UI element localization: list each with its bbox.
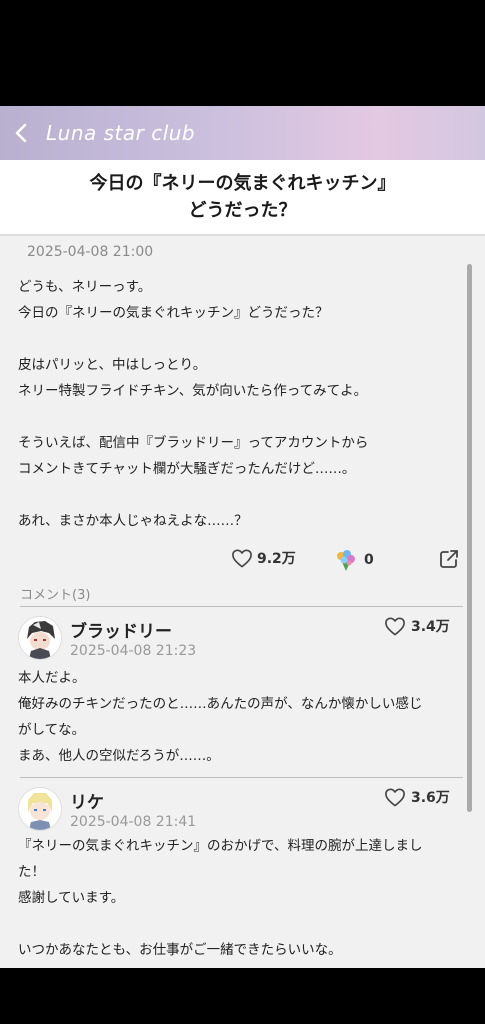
chevron-left-icon [15,123,27,143]
comment-like-count: 3.4万 [411,619,450,635]
comment-line: た！ [18,864,45,880]
heart-icon [385,617,405,636]
comment-author[interactable]: ブラッドリー [70,617,172,642]
comment-body: 『ネリーの気まぐれキッチン』のおかげで、料理の腕が上達しまし た！ 感謝していま… [18,833,463,963]
back-button[interactable] [2,106,40,160]
post-line: コメントきてチャット欄が大騒ぎだったんだけど……。 [18,461,356,477]
heart-icon [232,549,252,568]
post-line: あれ、まさか本人じゃねえよな……？ [18,513,248,529]
post-actions: 9.2万 0 [0,548,485,574]
heart-icon [385,788,405,807]
avatar[interactable] [18,616,62,660]
comment-date: 2025-04-08 21:41 [70,814,197,830]
post-line: どうも、ネリーっす。 [18,279,152,295]
post-body: どうも、ネリーっす。 今日の『ネリーの気まぐれキッチン』どうだった？ 皮はパリッ… [18,274,458,534]
comment-body: 本人だよ。 俺好みのチキンだったのと……あんたの声が、なんか懐かしい感じ がして… [18,665,463,769]
post-like-button[interactable]: 9.2万 [231,548,296,568]
comment-date: 2025-04-08 21:23 [70,643,197,659]
comment-like-button[interactable]: 3.4万 [384,616,450,636]
share-icon [440,550,458,568]
post-title: 今日の『ネリーの気まぐれキッチン』 どうだった？ [0,160,485,236]
post-like-count: 9.2万 [257,551,296,567]
scrollbar[interactable] [467,264,472,812]
post-line: 皮はパリッと、中はしっとり。 [18,357,207,373]
comment-line: 『ネリーの気まぐれキッチン』のおかげで、料理の腕が上達しまし [18,838,423,854]
post-bouquet-button[interactable]: 0 [334,548,374,572]
post-bouquet-count: 0 [364,552,374,568]
post-date: 2025-04-08 21:00 [27,244,154,260]
post-title-line-1: 今日の『ネリーの気まぐれキッチン』 [89,173,396,194]
app-title: Luna star club [46,121,196,145]
bouquet-icon [337,550,355,571]
post-line: そういえば、配信中『ブラッドリー』ってアカウントから [18,435,369,451]
app-bar: Luna star club [0,106,485,160]
avatar[interactable] [18,787,62,831]
comment-like-count: 3.6万 [411,790,450,806]
share-button[interactable] [439,549,459,573]
comment-line: 本人だよ。 [18,670,86,686]
comment-line: がしてな。 [18,722,86,738]
post-title-line-2: どうだった？ [188,200,297,221]
comment-like-button[interactable]: 3.6万 [384,787,450,807]
comment-line: 俺好みのチキンだったのと……あんたの声が、なんか懐かしい感じ [18,696,423,712]
comments-header: コメント(3) [20,588,91,603]
post-line: ネリー特製フライドチキン、気が向いたら作ってみてよ。 [18,383,368,399]
comment-line: 感謝しています。 [18,890,125,906]
divider [20,777,463,778]
avatar-image-icon [19,788,61,830]
post-line: 今日の『ネリーの気まぐれキッチン』どうだった？ [18,305,329,321]
divider [20,606,463,607]
comment-line: いつかあなたとも、お仕事がご一緒できたらいいな。 [18,942,342,958]
post-content[interactable]: 2025-04-08 21:00 どうも、ネリーっす。 今日の『ネリーの気まぐれ… [0,236,485,968]
comment-author[interactable]: リケ [70,788,104,813]
comment-line: まあ、他人の空似だろうが……。 [18,748,220,764]
avatar-image-icon [19,617,61,659]
